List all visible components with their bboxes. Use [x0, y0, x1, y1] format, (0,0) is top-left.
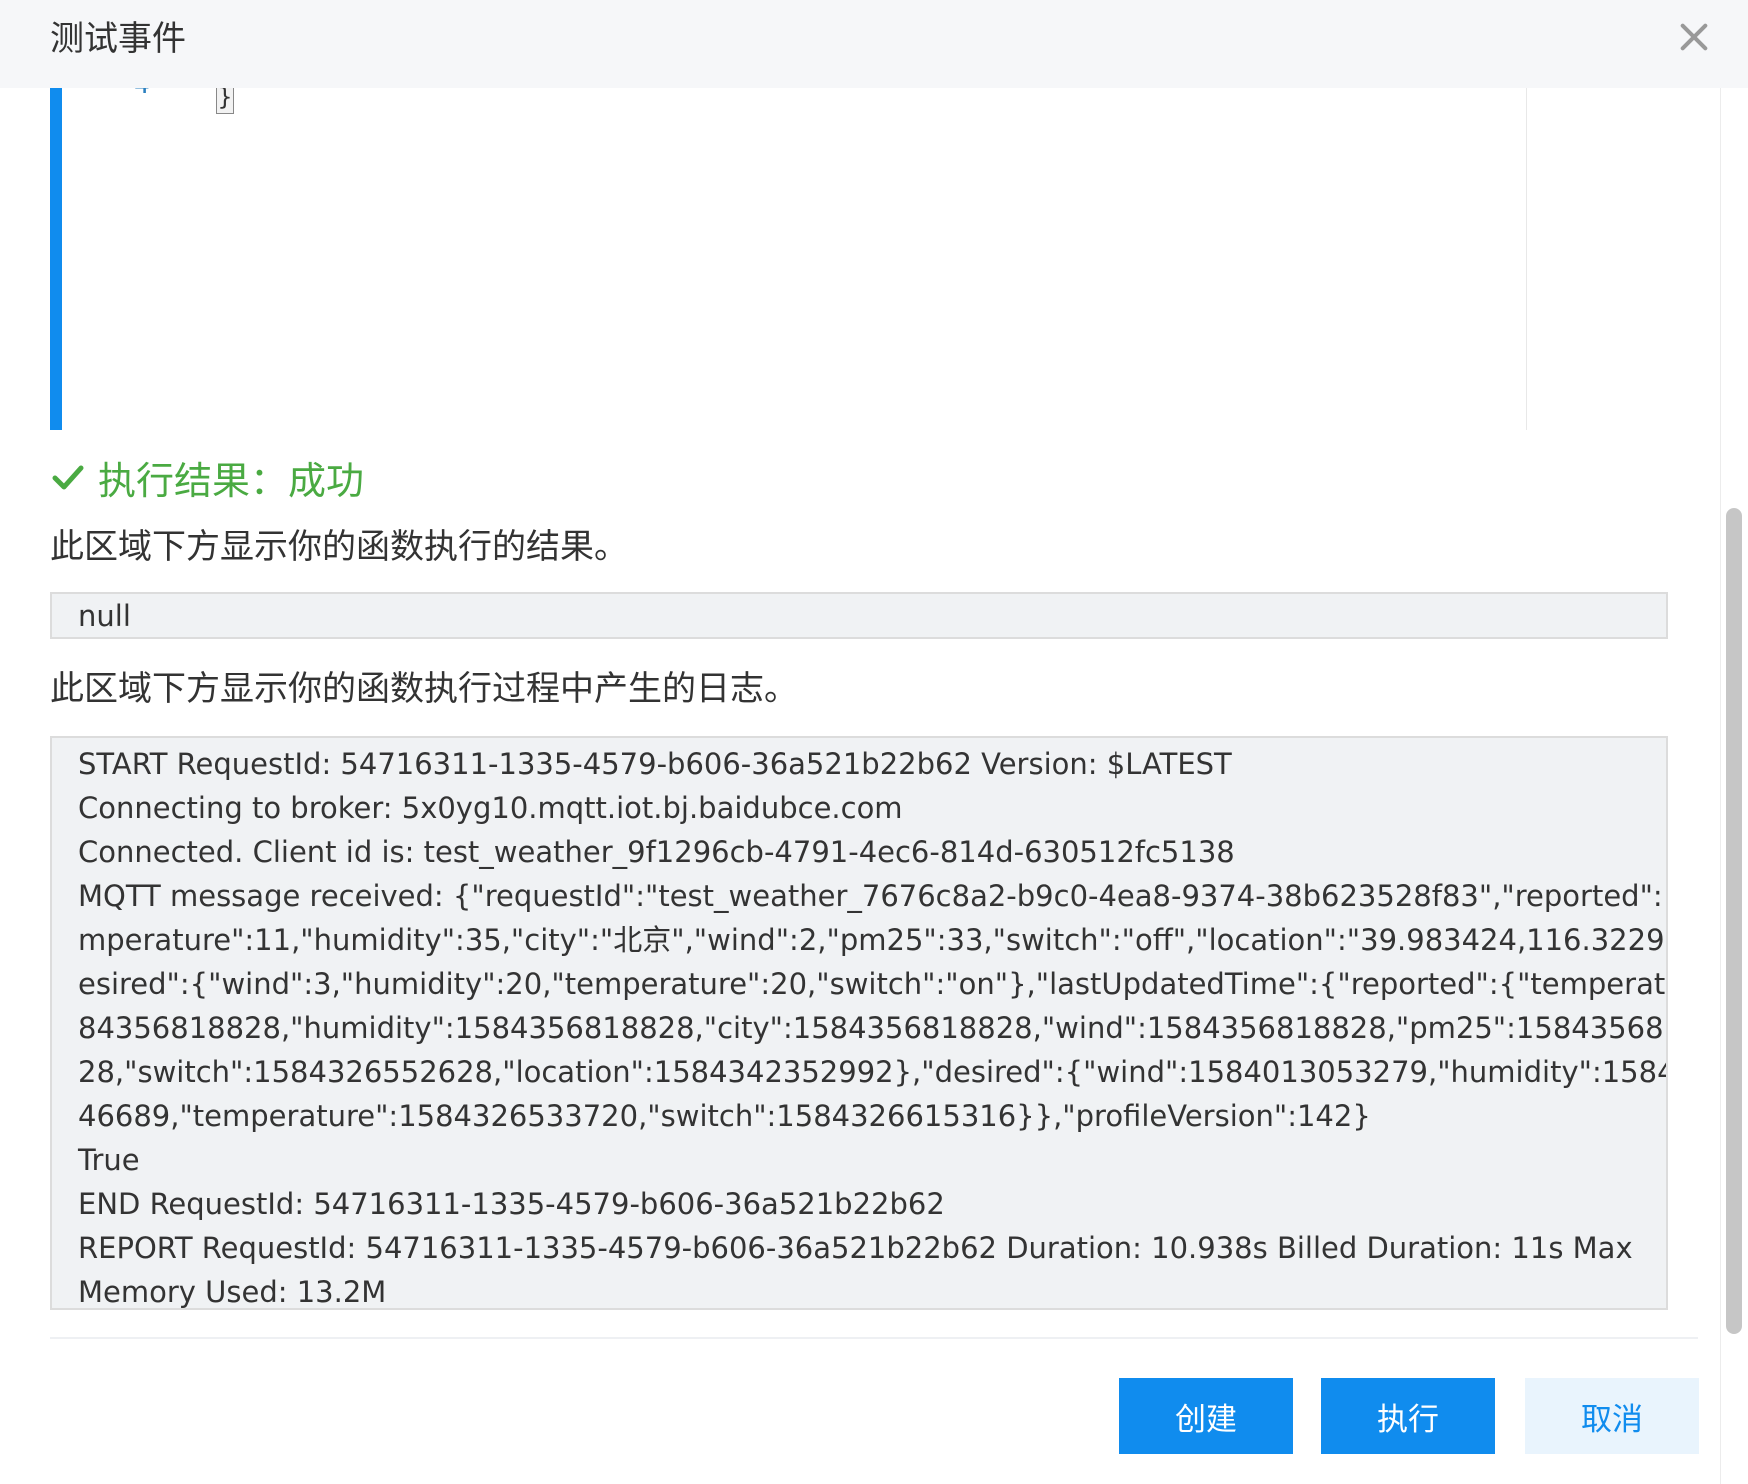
log-line: MQTT message received: {"requestId":"tes…: [78, 879, 1668, 913]
check-icon: [52, 465, 84, 490]
dialog-title: 测试事件: [50, 19, 186, 59]
execute-button[interactable]: 执行: [1321, 1378, 1495, 1454]
log-line: Connected. Client id is: test_weather_9f…: [78, 835, 1235, 869]
log-line: START RequestId: 54716311-1335-4579-b606…: [78, 747, 1232, 781]
log-line: esired":{"wind":3,"humidity":20,"tempera…: [78, 967, 1668, 1001]
execution-status: 执行结果：成功: [52, 452, 365, 503]
log-line: Memory Used: 13.2M: [78, 1275, 387, 1309]
execution-status-label: 执行结果：成功: [98, 458, 365, 503]
scrollbar-thumb[interactable]: [1726, 508, 1742, 1334]
result-description: 此区域下方显示你的函数执行的结果。: [50, 527, 628, 567]
result-output-box: null: [50, 592, 1668, 639]
log-output-box: START RequestId: 54716311-1335-4579-b606…: [50, 736, 1668, 1310]
log-line: 84356818828,"humidity":1584356818828,"ci…: [78, 1011, 1668, 1045]
code-editor[interactable]: 4 }: [50, 70, 1528, 430]
log-text: START RequestId: 54716311-1335-4579-b606…: [78, 742, 1668, 1309]
log-line: 46689,"temperature":1584326533720,"switc…: [78, 1099, 1371, 1133]
log-description: 此区域下方显示你的函数执行过程中产生的日志。: [50, 669, 798, 709]
editor-accent-bar: [50, 88, 62, 430]
close-icon[interactable]: [1674, 17, 1714, 57]
log-line: 28,"switch":1584326552628,"location":158…: [78, 1055, 1668, 1089]
log-line: END RequestId: 54716311-1335-4579-b606-3…: [78, 1187, 945, 1221]
result-value: null: [78, 599, 131, 633]
log-line: REPORT RequestId: 54716311-1335-4579-b60…: [78, 1231, 1633, 1265]
dialog-header: 测试事件: [0, 0, 1748, 88]
create-button[interactable]: 创建: [1119, 1378, 1293, 1454]
footer-divider: [50, 1337, 1698, 1339]
log-line: mperature":11,"humidity":35,"city":"北京",…: [78, 923, 1668, 957]
log-line: Connecting to broker: 5x0yg10.mqtt.iot.b…: [78, 791, 903, 825]
cancel-button[interactable]: 取消: [1525, 1378, 1699, 1454]
log-line: True: [78, 1143, 140, 1177]
editor-gutter-divider: [1526, 88, 1527, 430]
